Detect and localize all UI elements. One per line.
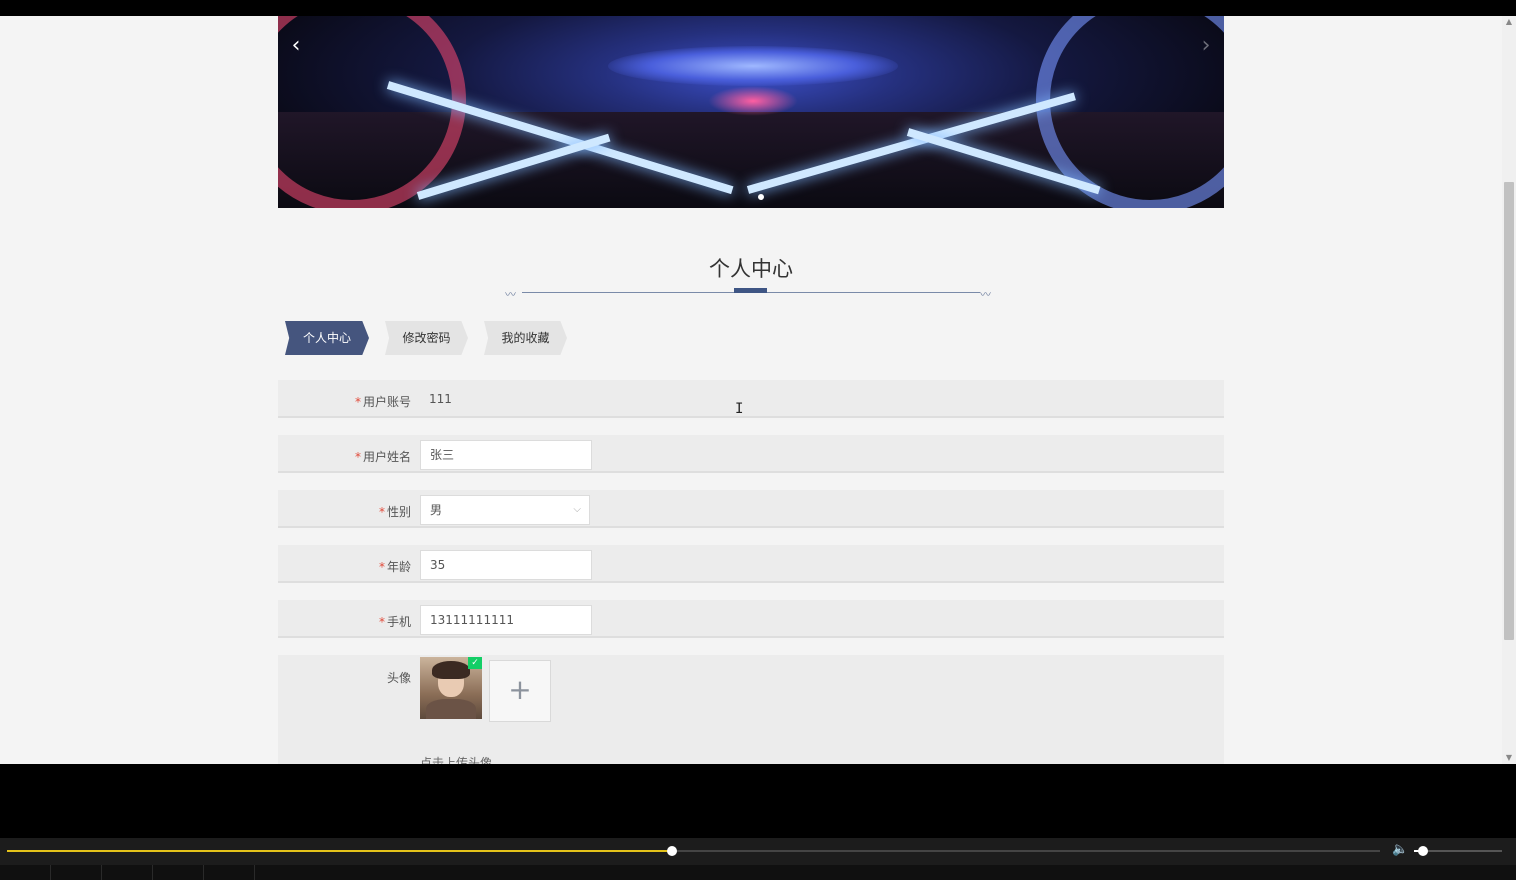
carousel-dot[interactable] [758,194,764,200]
vertical-scrollbar[interactable]: ▲ ▼ [1502,16,1516,764]
volume-handle[interactable] [1417,846,1428,856]
toolbar-cell[interactable] [204,865,255,880]
required-mark: * [354,450,361,464]
avatar-upload-hint: 点击上传头像 [420,756,493,764]
gender-select[interactable]: 男 ⌵ [420,495,590,525]
gender-label: * 性别 [379,503,411,520]
check-icon: ✓ [468,657,482,669]
tab-favorites[interactable]: 我的收藏 [484,321,567,355]
volume-icon[interactable]: 🔈 [1392,842,1408,857]
carousel-next-icon[interactable]: › [1194,32,1218,60]
avatar-upload-button[interactable]: + [489,660,551,722]
avatar-image[interactable]: ✓ [420,657,482,719]
phone-label: * 手机 [379,613,411,630]
banner-center-light [708,86,798,116]
banner-carousel[interactable]: ‹ › [278,16,1224,208]
bottom-toolbar-strip [0,865,1516,880]
toolbar-cell[interactable] [51,865,102,880]
account-label-text: 用户账号 [362,395,411,409]
required-mark: * [378,560,385,574]
chevron-down-icon: ⌵ [573,504,581,515]
scrollbar-thumb[interactable] [1504,182,1514,640]
account-value: 111 [429,392,452,406]
toolbar-cell[interactable] [153,865,204,880]
plus-icon: + [508,673,532,706]
page-viewport: ‹ › 个人中心 〰 〰 个人中心 修改密码 我的收藏 * 用户账号 111 * 用… [0,16,1502,764]
carousel-dots [758,194,764,200]
required-mark: * [378,615,385,629]
title-ornament-left: 〰 [505,288,516,301]
text-cursor-icon: I [735,401,744,417]
scroll-up-arrow-icon[interactable]: ▲ [1502,16,1516,28]
scroll-down-arrow-icon[interactable]: ▼ [1502,752,1516,764]
phone-input[interactable]: 13111111111 [420,605,592,635]
name-input[interactable]: 张三 [420,440,592,470]
age-label-text: 年龄 [386,560,411,574]
form-row-phone: * 手机 13111111111 [278,600,1224,638]
carousel-prev-icon[interactable]: ‹ [284,32,308,60]
top-black-bar [0,0,1516,16]
form-row-avatar: 头像 ✓ + 点击上传头像 [278,655,1224,764]
volume-slider[interactable] [1414,846,1502,856]
avatar-hair [432,661,470,679]
required-mark: * [378,505,385,519]
toolbar-cell[interactable] [102,865,153,880]
progress-handle[interactable] [666,846,677,856]
progress-fill [7,850,672,852]
progress-bar[interactable] [7,846,1380,856]
page-title: 个人中心 [709,257,793,281]
video-player-controls: 🔈 [0,838,1516,880]
avatar-label: 头像 [386,671,411,685]
gender-selected-value: 男 [430,503,443,517]
account-label: * 用户账号 [355,393,411,410]
phone-label-text: 手机 [386,615,411,629]
name-label-text: 用户姓名 [362,450,411,464]
avatar-body [426,699,476,719]
required-mark: * [354,395,361,409]
banner-stage-lights [608,46,898,86]
tab-profile[interactable]: 个人中心 [285,321,369,355]
name-label: * 用户姓名 [355,448,411,465]
gender-label-text: 性别 [386,505,411,519]
form-row-age: * 年龄 35 [278,545,1224,583]
toolbar-cell[interactable] [0,865,51,880]
age-input[interactable]: 35 [420,550,592,580]
form-row-name: * 用户姓名 张三 [278,435,1224,473]
form-row-gender: * 性别 男 ⌵ [278,490,1224,528]
tab-change-password[interactable]: 修改密码 [385,321,468,355]
form-row-account: * 用户账号 111 [278,380,1224,418]
age-label: * 年龄 [379,558,411,575]
title-ornament-right: 〰 [980,288,991,301]
title-accent-bar [734,288,767,293]
